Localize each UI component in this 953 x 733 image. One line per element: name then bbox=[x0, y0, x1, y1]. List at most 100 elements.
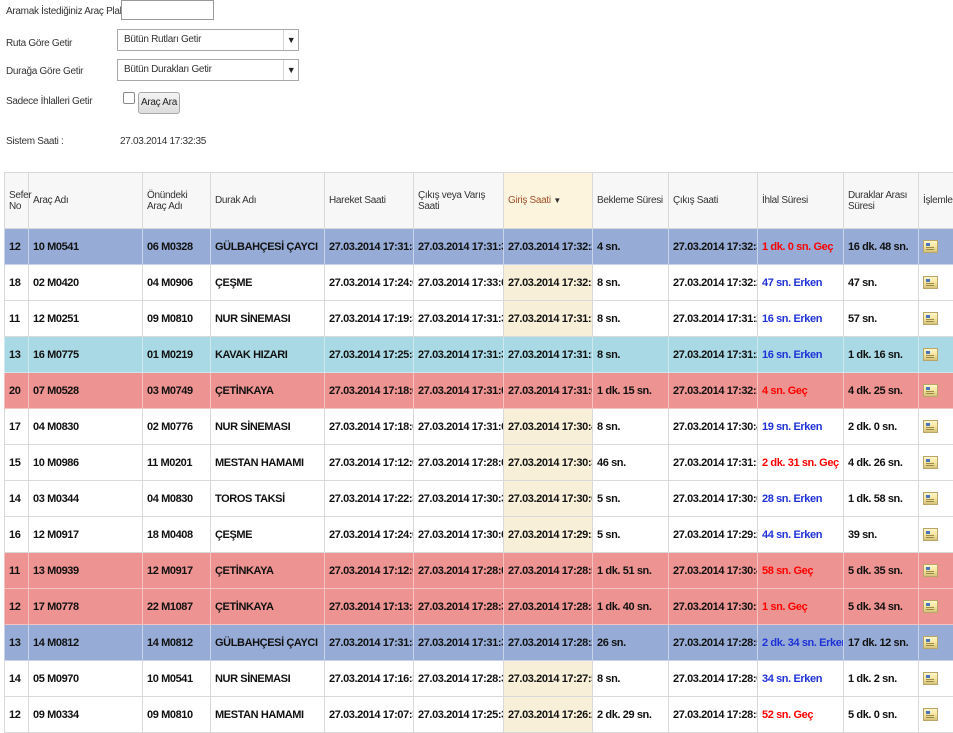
cell-actions bbox=[919, 301, 953, 337]
cell-actions bbox=[919, 337, 953, 373]
table-row[interactable]: 1405 M097010 M0541NUR SİNEMASI27.03.2014… bbox=[5, 661, 953, 697]
cell-vehicle-name: 10 M0986 bbox=[29, 445, 143, 481]
table-row[interactable]: 1113 M093912 M0917ÇETİNKAYA27.03.2014 17… bbox=[5, 553, 953, 589]
cell-violation-duration: 52 sn. Geç bbox=[758, 697, 844, 733]
cell-violation-duration: 34 sn. Erken bbox=[758, 661, 844, 697]
details-icon[interactable] bbox=[923, 564, 938, 577]
cell-vehicle-ahead: 14 M0812 bbox=[143, 625, 211, 661]
table-row[interactable]: 1403 M034404 M0830TOROS TAKSİ27.03.2014 … bbox=[5, 481, 953, 517]
cell-trip-no: 11 bbox=[5, 553, 29, 589]
sort-desc-icon: ▼ bbox=[553, 196, 561, 205]
cell-stop-name: ÇETİNKAYA bbox=[211, 553, 325, 589]
details-icon[interactable] bbox=[923, 456, 938, 469]
cell-between-stops: 17 dk. 12 sn. bbox=[844, 625, 919, 661]
cell-wait-duration: 8 sn. bbox=[593, 301, 669, 337]
col-between-stops[interactable]: Duraklar Arası Süresi bbox=[844, 173, 919, 229]
cell-entry-time: 27.03.2014 17:32:26 bbox=[504, 229, 593, 265]
table-row[interactable]: 2007 M052803 M0749ÇETİNKAYA27.03.2014 17… bbox=[5, 373, 953, 409]
table-row[interactable]: 1217 M077822 M1087ÇETİNKAYA27.03.2014 17… bbox=[5, 589, 953, 625]
details-icon[interactable] bbox=[923, 708, 938, 721]
cell-entry-time: 27.03.2014 17:31:14 bbox=[504, 337, 593, 373]
search-button[interactable]: Araç Ara bbox=[138, 92, 180, 114]
cell-vehicle-name: 14 M0812 bbox=[29, 625, 143, 661]
details-icon[interactable] bbox=[923, 600, 938, 613]
cell-departure-time: 27.03.2014 17:12:00 bbox=[325, 553, 414, 589]
cell-between-stops: 16 dk. 48 sn. bbox=[844, 229, 919, 265]
table-row[interactable]: 1704 M083002 M0776NUR SİNEMASI27.03.2014… bbox=[5, 409, 953, 445]
cell-departure-time: 27.03.2014 17:18:00 bbox=[325, 373, 414, 409]
table-row[interactable]: 1612 M091718 M0408ÇEŞME27.03.2014 17:24:… bbox=[5, 517, 953, 553]
col-trip-no[interactable]: Sefer No bbox=[5, 173, 29, 229]
cell-entry-time: 27.03.2014 17:31:14 bbox=[504, 301, 593, 337]
cell-stop-name: ÇETİNKAYA bbox=[211, 373, 325, 409]
cell-trip-no: 14 bbox=[5, 481, 29, 517]
cell-violation-duration: 4 sn. Geç bbox=[758, 373, 844, 409]
cell-exit-arrival-time: 27.03.2014 17:31:00 bbox=[414, 373, 504, 409]
cell-violation-duration: 28 sn. Erken bbox=[758, 481, 844, 517]
cell-exit-arrival-time: 27.03.2014 17:28:30 bbox=[414, 661, 504, 697]
stop-select[interactable]: Bütün Durakları Getir ▼ bbox=[117, 59, 299, 81]
cell-vehicle-name: 16 M0775 bbox=[29, 337, 143, 373]
cell-exit-arrival-time: 27.03.2014 17:25:30 bbox=[414, 697, 504, 733]
cell-stop-name: GÜLBAHÇESİ ÇAYCI bbox=[211, 625, 325, 661]
plate-input[interactable] bbox=[121, 0, 214, 20]
cell-trip-no: 13 bbox=[5, 337, 29, 373]
vehicle-table: Sefer No Araç Adı Önündeki Araç Adı Dura… bbox=[4, 172, 953, 733]
col-exit-arrival-time[interactable]: Çıkış veya Varış Saati bbox=[414, 173, 504, 229]
cell-departure-time: 27.03.2014 17:24:00 bbox=[325, 517, 414, 553]
table-row[interactable]: 1802 M042004 M0906ÇEŞME27.03.2014 17:24:… bbox=[5, 265, 953, 301]
details-icon[interactable] bbox=[923, 636, 938, 649]
route-select[interactable]: Bütün Rutları Getir ▼ bbox=[117, 29, 299, 51]
col-entry-time[interactable]: Giriş Saati ▼ bbox=[504, 173, 593, 229]
table-row[interactable]: 1209 M033409 M0810MESTAN HAMAMI27.03.201… bbox=[5, 697, 953, 733]
cell-violation-duration: 16 sn. Erken bbox=[758, 337, 844, 373]
cell-exit-time: 27.03.2014 17:32:19 bbox=[669, 373, 758, 409]
cell-exit-arrival-time: 27.03.2014 17:30:00 bbox=[414, 517, 504, 553]
stop-select-value: Bütün Durakları Getir bbox=[124, 64, 212, 75]
cell-departure-time: 27.03.2014 17:31:30 bbox=[325, 625, 414, 661]
details-icon[interactable] bbox=[923, 672, 938, 685]
details-icon[interactable] bbox=[923, 312, 938, 325]
cell-actions bbox=[919, 409, 953, 445]
details-icon[interactable] bbox=[923, 528, 938, 541]
col-violation-duration[interactable]: İhlal Süresi bbox=[758, 173, 844, 229]
col-stop-name[interactable]: Durak Adı bbox=[211, 173, 325, 229]
cell-trip-no: 12 bbox=[5, 589, 29, 625]
cell-trip-no: 20 bbox=[5, 373, 29, 409]
col-vehicle-name[interactable]: Araç Adı bbox=[29, 173, 143, 229]
cell-trip-no: 15 bbox=[5, 445, 29, 481]
cell-departure-time: 27.03.2014 17:16:30 bbox=[325, 661, 414, 697]
col-departure-time[interactable]: Hareket Saati bbox=[325, 173, 414, 229]
cell-between-stops: 4 dk. 26 sn. bbox=[844, 445, 919, 481]
cell-vehicle-ahead: 03 M0749 bbox=[143, 373, 211, 409]
route-label: Ruta Göre Getir bbox=[6, 38, 72, 49]
col-exit-time[interactable]: Çıkış Saati bbox=[669, 173, 758, 229]
table-row[interactable]: 1112 M025109 M0810NUR SİNEMASI27.03.2014… bbox=[5, 301, 953, 337]
cell-trip-no: 14 bbox=[5, 661, 29, 697]
system-time-value: 27.03.2014 17:32:35 bbox=[120, 136, 206, 147]
table-row[interactable]: 1314 M081214 M0812GÜLBAHÇESİ ÇAYCI27.03.… bbox=[5, 625, 953, 661]
cell-entry-time: 27.03.2014 17:30:40 bbox=[504, 409, 593, 445]
details-icon[interactable] bbox=[923, 240, 938, 253]
cell-departure-time: 27.03.2014 17:25:30 bbox=[325, 337, 414, 373]
cell-wait-duration: 8 sn. bbox=[593, 409, 669, 445]
table-row[interactable]: 1510 M098611 M0201MESTAN HAMAMI27.03.201… bbox=[5, 445, 953, 481]
only-violations-checkbox[interactable] bbox=[123, 92, 135, 104]
cell-vehicle-ahead: 02 M0776 bbox=[143, 409, 211, 445]
col-wait-duration[interactable]: Bekleme Süresi bbox=[593, 173, 669, 229]
details-icon[interactable] bbox=[923, 348, 938, 361]
cell-stop-name: TOROS TAKSİ bbox=[211, 481, 325, 517]
cell-entry-time: 27.03.2014 17:30:30 bbox=[504, 445, 593, 481]
table-row[interactable]: 1316 M077501 M0219KAVAK HIZARI27.03.2014… bbox=[5, 337, 953, 373]
details-icon[interactable] bbox=[923, 492, 938, 505]
cell-actions bbox=[919, 625, 953, 661]
col-vehicle-ahead[interactable]: Önündeki Araç Adı bbox=[143, 173, 211, 229]
cell-vehicle-ahead: 10 M0541 bbox=[143, 661, 211, 697]
table-row[interactable]: 1210 M054106 M0328GÜLBAHÇESİ ÇAYCI27.03.… bbox=[5, 229, 953, 265]
cell-wait-duration: 5 sn. bbox=[593, 481, 669, 517]
cell-departure-time: 27.03.2014 17:24:00 bbox=[325, 265, 414, 301]
cell-stop-name: GÜLBAHÇESİ ÇAYCI bbox=[211, 229, 325, 265]
details-icon[interactable] bbox=[923, 276, 938, 289]
details-icon[interactable] bbox=[923, 384, 938, 397]
details-icon[interactable] bbox=[923, 420, 938, 433]
